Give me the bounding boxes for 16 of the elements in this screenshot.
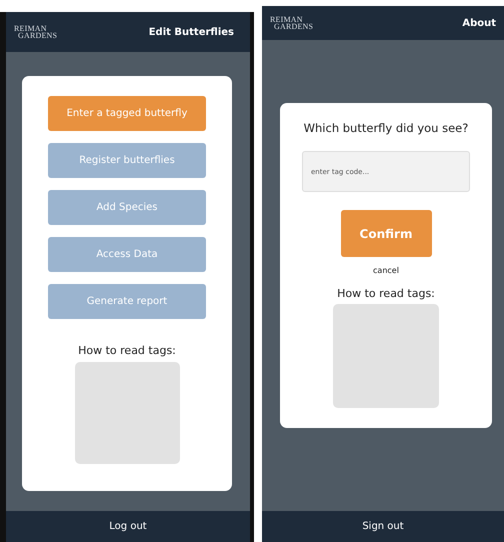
menu-button[interactable]: Generate report (48, 284, 206, 319)
about-link[interactable]: About (462, 18, 496, 28)
help-heading: How to read tags: (78, 344, 176, 357)
menu-button[interactable]: Enter a tagged butterfly (48, 96, 206, 131)
logo: REIMAN GARDENS (14, 25, 58, 39)
edit-link[interactable]: Edit Butterflies (148, 26, 234, 38)
prompt-text: Which butterfly did you see? (304, 121, 468, 135)
help-heading: How to read tags: (337, 287, 435, 300)
menu-button[interactable]: Add Species (48, 190, 206, 225)
cancel-link[interactable]: cancel (373, 266, 399, 275)
menu-button[interactable]: Access Data (48, 237, 206, 272)
confirm-button[interactable]: Confirm (340, 210, 432, 257)
menu-button[interactable]: Register butterflies (48, 143, 206, 178)
logo: REIMAN GARDENS (270, 16, 314, 30)
sign-out-link[interactable]: Sign out (362, 521, 404, 532)
log-out-link[interactable]: Log out (109, 521, 147, 532)
